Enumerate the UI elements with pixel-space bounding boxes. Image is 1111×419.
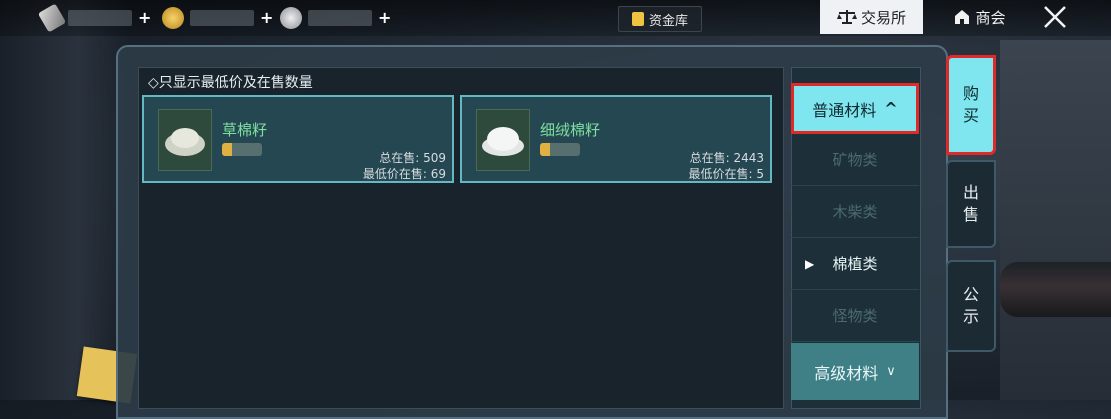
add-currency-button[interactable]: + (138, 10, 151, 26)
item-card[interactable]: 草棉籽 总在售: 509 最低价在售: 69 (142, 95, 454, 183)
house-icon (955, 10, 970, 24)
price-hidden (222, 143, 262, 156)
category-advanced-materials[interactable]: 高级材料 ∨ (791, 343, 919, 400)
item-name: 草棉籽 (222, 121, 268, 139)
vault-button[interactable]: 资金库 (618, 6, 702, 32)
total-on-sale: 总在售: 2443 (690, 149, 764, 166)
fine-cotton-seed-icon (476, 109, 530, 171)
close-icon (1044, 6, 1066, 28)
price-hidden (540, 143, 580, 156)
feather-icon (37, 3, 67, 33)
chevron-up-icon: ^ (884, 99, 898, 118)
shop-label: 商会 (975, 8, 1006, 27)
category-item-label: 怪物类 (832, 307, 878, 325)
category-header-label: 普通材料 (812, 100, 877, 120)
category-item-minerals[interactable]: 矿物类 (791, 134, 919, 186)
currency-value-hidden (308, 10, 372, 26)
lowest-on-sale: 最低价在售: 5 (688, 165, 764, 182)
category-item-firewood[interactable]: 木柴类 (791, 186, 919, 238)
chevron-down-icon: ∨ (886, 364, 896, 379)
total-on-sale-value: 509 (423, 151, 446, 165)
lowest-on-sale-value: 5 (756, 167, 764, 181)
vault-label: 资金库 (648, 13, 688, 29)
total-on-sale-value: 2443 (733, 151, 764, 165)
lowest-on-sale-value: 69 (430, 167, 446, 181)
scale-icon (836, 10, 857, 24)
category-item-cotton[interactable]: ▶ 棉植类 (791, 238, 919, 290)
category-advanced-label: 高级材料 (814, 363, 879, 383)
background-left (0, 0, 130, 400)
tab-notice-char: 公 (962, 285, 979, 304)
tab-sell[interactable]: 出 售 (946, 160, 996, 248)
currency-silver: + (280, 7, 391, 29)
silver-coin-icon (280, 7, 302, 29)
tab-sell-char: 售 (962, 205, 979, 224)
item-name: 细绒棉籽 (540, 121, 601, 139)
tab-buy-char: 买 (962, 106, 979, 125)
total-on-sale-label: 总在售: (379, 151, 420, 165)
gold-coin-icon (162, 7, 184, 29)
add-gold-button[interactable]: + (260, 10, 273, 26)
top-bar: + + + 资金库 交易所 商会 (0, 0, 1111, 36)
background-pipe (1000, 262, 1111, 317)
item-card[interactable]: 细绒棉籽 总在售: 2443 最低价在售: 5 (460, 95, 772, 183)
lowest-on-sale-label: 最低价在售: (688, 167, 753, 181)
tab-notice-char: 示 (962, 307, 979, 326)
tab-notice[interactable]: 公 示 (946, 260, 996, 352)
lowest-price-filter[interactable]: ◇只显示最低价及在售数量 (148, 72, 313, 92)
currency-gold: + (162, 7, 273, 29)
shop-tab[interactable]: 商会 (934, 0, 1026, 34)
lowest-on-sale: 最低价在售: 69 (363, 165, 446, 182)
category-item-label: 矿物类 (832, 151, 878, 169)
category-item-label: 棉植类 (832, 255, 878, 273)
close-button[interactable] (1030, 0, 1080, 34)
tab-sell-char: 出 (962, 183, 979, 202)
currency-value-hidden (190, 10, 254, 26)
total-on-sale-label: 总在售: (689, 151, 730, 165)
currency-value-hidden (68, 10, 132, 26)
tab-buy[interactable]: 购 买 (946, 55, 996, 155)
background-right (1000, 40, 1111, 400)
add-silver-button[interactable]: + (378, 10, 391, 26)
currency-feather: + (37, 3, 151, 33)
cotton-seed-icon (158, 109, 212, 171)
category-item-monster[interactable]: 怪物类 (791, 290, 919, 342)
vault-icon (631, 12, 644, 26)
category-common-materials[interactable]: 普通材料 ^ (791, 83, 919, 134)
lowest-on-sale-label: 最低价在售: (362, 167, 427, 181)
total-on-sale: 总在售: 509 (379, 149, 446, 166)
exchange-label: 交易所 (860, 8, 906, 27)
exchange-tab[interactable]: 交易所 (820, 0, 923, 34)
tab-buy-char: 购 (962, 84, 979, 103)
category-item-label: 木柴类 (832, 203, 878, 221)
selected-arrow-icon: ▶ (805, 256, 815, 271)
